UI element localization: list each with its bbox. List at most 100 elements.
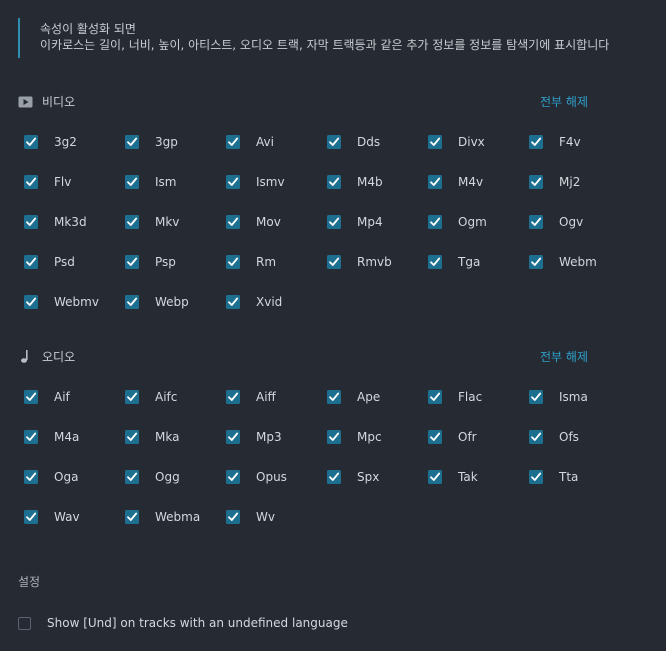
- checkbox[interactable]: [428, 215, 442, 229]
- checkbox[interactable]: [226, 430, 240, 444]
- checkbox[interactable]: [428, 390, 442, 404]
- checkbox[interactable]: [529, 175, 543, 189]
- checkbox[interactable]: [24, 390, 38, 404]
- checkbox[interactable]: [428, 255, 442, 269]
- audio-format-tta[interactable]: Tta: [529, 469, 630, 509]
- audio-format-mp3[interactable]: Mp3: [226, 429, 327, 469]
- video-unselect-all-link[interactable]: 전부 해제: [540, 93, 588, 111]
- video-format-dds[interactable]: Dds: [327, 134, 428, 174]
- audio-format-ofr[interactable]: Ofr: [428, 429, 529, 469]
- checkbox[interactable]: [529, 255, 543, 269]
- checkbox[interactable]: [125, 470, 139, 484]
- checkbox[interactable]: [125, 135, 139, 149]
- checkbox[interactable]: [327, 390, 341, 404]
- checkbox[interactable]: [125, 390, 139, 404]
- checkbox[interactable]: [428, 470, 442, 484]
- checkbox[interactable]: [226, 470, 240, 484]
- checkbox[interactable]: [226, 175, 240, 189]
- checkbox[interactable]: [327, 135, 341, 149]
- checkbox[interactable]: [125, 510, 139, 524]
- video-format-ogm[interactable]: Ogm: [428, 214, 529, 254]
- audio-unselect-all-link[interactable]: 전부 해제: [540, 348, 588, 366]
- audio-format-ogg[interactable]: Ogg: [125, 469, 226, 509]
- checkbox[interactable]: [125, 430, 139, 444]
- checkbox[interactable]: [226, 255, 240, 269]
- und-language-setting[interactable]: Show [Und] on tracks with an undefined l…: [18, 614, 348, 632]
- audio-format-aiff[interactable]: Aiff: [226, 389, 327, 429]
- checkbox[interactable]: [327, 470, 341, 484]
- checkbox[interactable]: [226, 390, 240, 404]
- audio-format-flac[interactable]: Flac: [428, 389, 529, 429]
- video-format-m4v[interactable]: M4v: [428, 174, 529, 214]
- video-format-3gp[interactable]: 3gp: [125, 134, 226, 174]
- checkbox[interactable]: [226, 215, 240, 229]
- video-format-xvid[interactable]: Xvid: [226, 294, 327, 334]
- checkbox[interactable]: [529, 430, 543, 444]
- video-format-psd[interactable]: Psd: [24, 254, 125, 294]
- checkbox[interactable]: [428, 430, 442, 444]
- video-format-ismv[interactable]: Ismv: [226, 174, 327, 214]
- video-format-rmvb[interactable]: Rmvb: [327, 254, 428, 294]
- checkbox[interactable]: [529, 135, 543, 149]
- video-format-avi[interactable]: Avi: [226, 134, 327, 174]
- video-format-webm[interactable]: Webm: [529, 254, 630, 294]
- checkbox[interactable]: [226, 510, 240, 524]
- video-format-rm[interactable]: Rm: [226, 254, 327, 294]
- checkbox[interactable]: [529, 390, 543, 404]
- video-format-f4v[interactable]: F4v: [529, 134, 630, 174]
- video-format-mov[interactable]: Mov: [226, 214, 327, 254]
- video-format-flv[interactable]: Flv: [24, 174, 125, 214]
- audio-format-aif[interactable]: Aif: [24, 389, 125, 429]
- audio-format-spx[interactable]: Spx: [327, 469, 428, 509]
- checkbox[interactable]: [428, 135, 442, 149]
- checkbox[interactable]: [226, 135, 240, 149]
- checkbox[interactable]: [24, 175, 38, 189]
- video-format-ogv[interactable]: Ogv: [529, 214, 630, 254]
- checkbox[interactable]: [327, 175, 341, 189]
- checkbox[interactable]: [327, 255, 341, 269]
- checkbox[interactable]: [24, 510, 38, 524]
- video-format-mj2[interactable]: Mj2: [529, 174, 630, 214]
- audio-format-aifc[interactable]: Aifc: [125, 389, 226, 429]
- video-format-m4b[interactable]: M4b: [327, 174, 428, 214]
- audio-format-mpc[interactable]: Mpc: [327, 429, 428, 469]
- video-format-webmv[interactable]: Webmv: [24, 294, 125, 334]
- video-format-mp4[interactable]: Mp4: [327, 214, 428, 254]
- audio-format-tak[interactable]: Tak: [428, 469, 529, 509]
- checkbox[interactable]: [24, 430, 38, 444]
- audio-format-ape[interactable]: Ape: [327, 389, 428, 429]
- video-format-webp[interactable]: Webp: [125, 294, 226, 334]
- audio-format-wav[interactable]: Wav: [24, 509, 125, 549]
- video-format-divx[interactable]: Divx: [428, 134, 529, 174]
- checkbox[interactable]: [125, 255, 139, 269]
- checkbox[interactable]: [24, 215, 38, 229]
- audio-format-wv[interactable]: Wv: [226, 509, 327, 549]
- checkbox[interactable]: [125, 175, 139, 189]
- checkbox[interactable]: [327, 215, 341, 229]
- audio-format-opus[interactable]: Opus: [226, 469, 327, 509]
- video-format-3g2[interactable]: 3g2: [24, 134, 125, 174]
- checkbox[interactable]: [226, 295, 240, 309]
- checkbox[interactable]: [24, 470, 38, 484]
- video-format-psp[interactable]: Psp: [125, 254, 226, 294]
- checkbox[interactable]: [24, 135, 38, 149]
- checkbox[interactable]: [125, 295, 139, 309]
- audio-format-webma[interactable]: Webma: [125, 509, 226, 549]
- checkbox[interactable]: [24, 295, 38, 309]
- video-format-mk3d[interactable]: Mk3d: [24, 214, 125, 254]
- audio-format-oga[interactable]: Oga: [24, 469, 125, 509]
- checkbox[interactable]: [24, 255, 38, 269]
- checkbox[interactable]: [125, 215, 139, 229]
- audio-format-m4a[interactable]: M4a: [24, 429, 125, 469]
- audio-format-isma[interactable]: Isma: [529, 389, 630, 429]
- und-language-checkbox[interactable]: [18, 616, 31, 630]
- checkbox[interactable]: [529, 470, 543, 484]
- video-format-tga[interactable]: Tga: [428, 254, 529, 294]
- video-format-ism[interactable]: Ism: [125, 174, 226, 214]
- checkbox[interactable]: [327, 430, 341, 444]
- audio-format-ofs[interactable]: Ofs: [529, 429, 630, 469]
- audio-format-mka[interactable]: Mka: [125, 429, 226, 469]
- checkbox[interactable]: [529, 215, 543, 229]
- video-format-mkv[interactable]: Mkv: [125, 214, 226, 254]
- checkbox[interactable]: [428, 175, 442, 189]
